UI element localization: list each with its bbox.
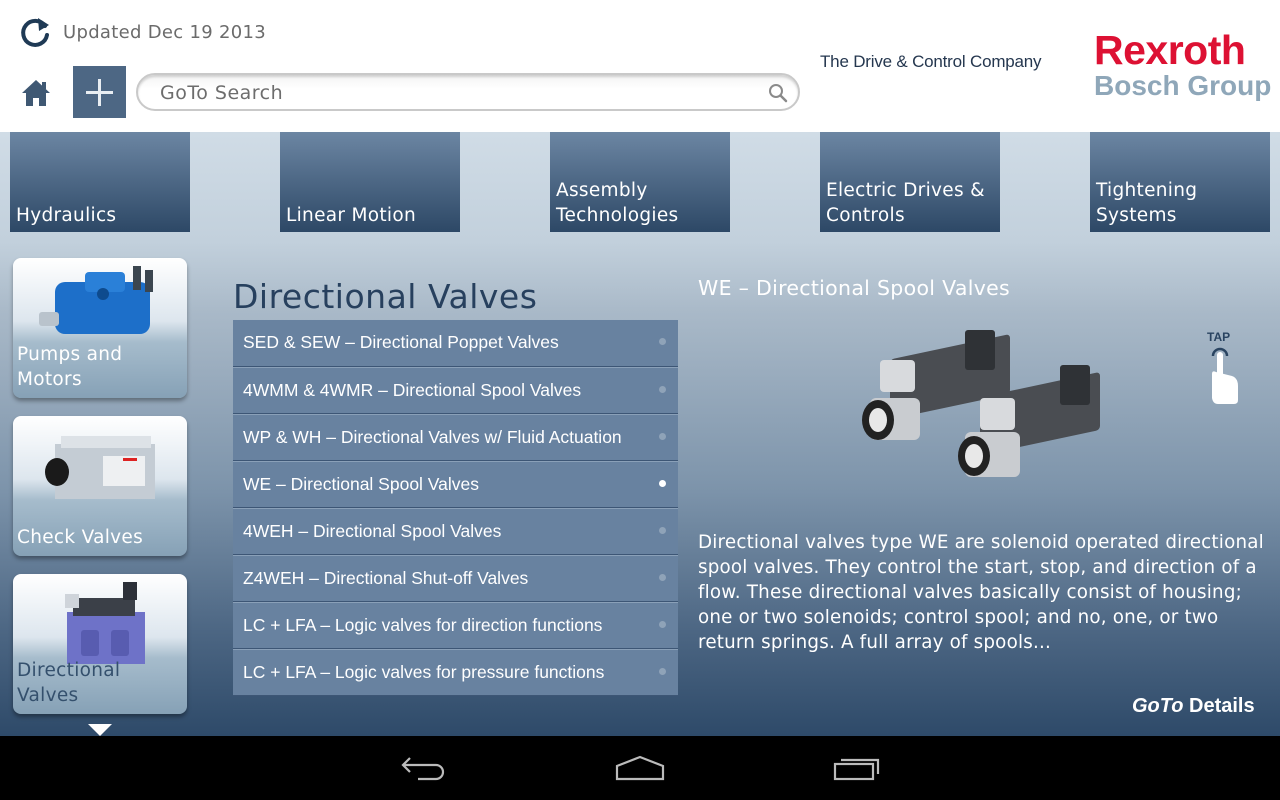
list-item-label: LC + LFA – Logic valves for pressure fun…: [243, 662, 605, 682]
directional-valve-image: [65, 582, 145, 664]
category-tile-tightening-systems[interactable]: Tightening Systems: [1090, 132, 1270, 232]
sidebar-item-label: Directional Valves: [17, 660, 121, 706]
plus-icon: [86, 79, 113, 106]
list-item-label: LC + LFA – Logic valves for direction fu…: [243, 615, 603, 635]
indicator-dot-icon: [659, 338, 666, 345]
chevron-down-icon[interactable]: [88, 724, 112, 736]
category-tile-electric-drives[interactable]: Electric Drives & Controls: [820, 132, 1000, 232]
indicator-dot-icon: [659, 668, 666, 675]
tap-hand-icon: [1211, 347, 1238, 404]
list-item-label: 4WEH – Directional Spool Valves: [243, 521, 502, 541]
list-item[interactable]: 4WMM & 4WMR – Directional Spool Valves: [233, 367, 678, 414]
check-valve-image: [45, 436, 155, 499]
search-box[interactable]: [136, 73, 800, 111]
main-content: Hydraulics Linear Motion Assembly Techno…: [0, 132, 1280, 736]
list-item[interactable]: WP & WH – Directional Valves w/ Fluid Ac…: [233, 414, 678, 461]
category-tile-hydraulics[interactable]: Hydraulics: [10, 132, 190, 232]
sidebar-item-label: Pumps and Motors: [17, 344, 123, 390]
indicator-dot-icon: [659, 433, 666, 440]
detail-description: Directional valves type WE are solenoid …: [698, 532, 1264, 653]
sidebar-item-check-valves[interactable]: Check Valves: [13, 416, 187, 556]
goto-details-link[interactable]: GoTo Details: [1132, 695, 1255, 718]
search-input[interactable]: [160, 80, 750, 106]
list-item[interactable]: 4WEH – Directional Spool Valves: [233, 508, 678, 555]
category-label: Hydraulics: [16, 205, 117, 226]
product-list: SED & SEW – Directional Poppet Valves 4W…: [233, 320, 678, 696]
home-icon[interactable]: [614, 754, 666, 782]
indicator-dot-icon: [659, 574, 666, 581]
logo-rexroth: Rexroth: [1094, 27, 1246, 73]
recents-icon[interactable]: [832, 754, 882, 782]
refresh-icon[interactable]: [18, 16, 52, 50]
list-item[interactable]: SED & SEW – Directional Poppet Valves: [233, 320, 678, 367]
header: Updated Dec 19 2013 The Drive & Control …: [0, 0, 1280, 132]
search-icon[interactable]: [768, 83, 788, 103]
detail-title: WE – Directional Spool Valves: [698, 276, 1011, 300]
pump-motor-image: [39, 266, 153, 334]
category-label: Assembly Technologies: [556, 180, 679, 226]
list-item-selected[interactable]: WE – Directional Spool Valves: [233, 461, 678, 508]
list-item-label: WE – Directional Spool Valves: [243, 474, 480, 494]
back-icon[interactable]: [400, 754, 448, 782]
indicator-dot-icon: [659, 527, 666, 534]
logo-bosch-group: Bosch Group: [1094, 70, 1272, 101]
indicator-dot-icon: [659, 386, 666, 393]
category-label: Tightening Systems: [1096, 180, 1198, 226]
list-item-label: SED & SEW – Directional Poppet Valves: [243, 332, 559, 352]
product-image[interactable]: [850, 320, 1120, 495]
category-tile-assembly-technologies[interactable]: Assembly Technologies: [550, 132, 730, 232]
list-item[interactable]: Z4WEH – Directional Shut-off Valves: [233, 555, 678, 602]
goto-suffix: Details: [1183, 695, 1255, 717]
indicator-dot-icon: [659, 480, 666, 487]
category-label: Linear Motion: [286, 205, 416, 226]
company-tagline: The Drive & Control Company: [820, 52, 1042, 71]
category-label: Electric Drives & Controls: [826, 180, 985, 226]
home-icon[interactable]: [20, 78, 52, 108]
list-item[interactable]: LC + LFA – Logic valves for pressure fun…: [233, 649, 678, 696]
indicator-dot-icon: [659, 621, 666, 628]
sidebar-item-label: Check Valves: [17, 527, 144, 548]
system-navigation-bar: [0, 736, 1280, 800]
category-tile-linear-motion[interactable]: Linear Motion: [280, 132, 460, 232]
list-item-label: 4WMM & 4WMR – Directional Spool Valves: [243, 380, 582, 400]
sidebar-item-pumps-and-motors[interactable]: Pumps and Motors: [13, 258, 187, 398]
goto-prefix: GoTo: [1132, 695, 1184, 717]
add-button[interactable]: [73, 66, 126, 118]
list-item-label: Z4WEH – Directional Shut-off Valves: [243, 568, 529, 588]
list-item[interactable]: LC + LFA – Logic valves for direction fu…: [233, 602, 678, 649]
sidebar-item-directional-valves[interactable]: Directional Valves: [13, 574, 187, 714]
list-title: Directional Valves: [233, 277, 538, 316]
list-item-label: WP & WH – Directional Valves w/ Fluid Ac…: [243, 427, 622, 447]
updated-timestamp: Updated Dec 19 2013: [63, 22, 267, 43]
